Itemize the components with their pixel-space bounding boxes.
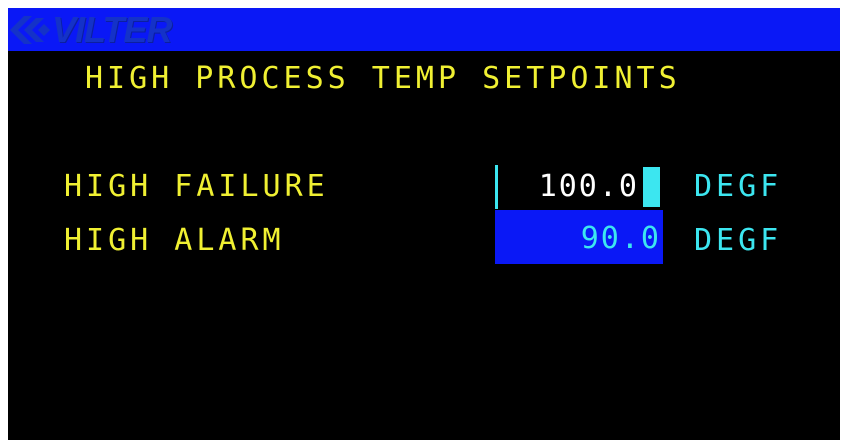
high-alarm-value-field[interactable]: 90.0	[495, 210, 663, 264]
logo-text: VILTER	[52, 9, 172, 50]
high-failure-label: HIGH FAILURE	[64, 169, 329, 204]
high-failure-value-field[interactable]: 100.0	[495, 165, 663, 209]
text-cursor	[643, 167, 660, 207]
high-failure-unit: DEGF	[694, 169, 783, 204]
vilter-chevron-logo-icon	[10, 16, 50, 44]
high-alarm-value: 90.0	[580, 221, 661, 256]
top-bar: VILTER	[8, 8, 840, 51]
high-failure-value: 100.0	[538, 169, 639, 204]
hmi-screen: VILTER HIGH PROCESS TEMP SETPOINTS HIGH …	[8, 8, 840, 440]
edit-field-border	[495, 165, 498, 209]
high-alarm-label: HIGH ALARM	[64, 223, 285, 258]
vilter-logo: VILTER	[10, 9, 172, 50]
high-alarm-unit: DEGF	[694, 223, 783, 258]
page-title: HIGH PROCESS TEMP SETPOINTS	[85, 61, 681, 96]
